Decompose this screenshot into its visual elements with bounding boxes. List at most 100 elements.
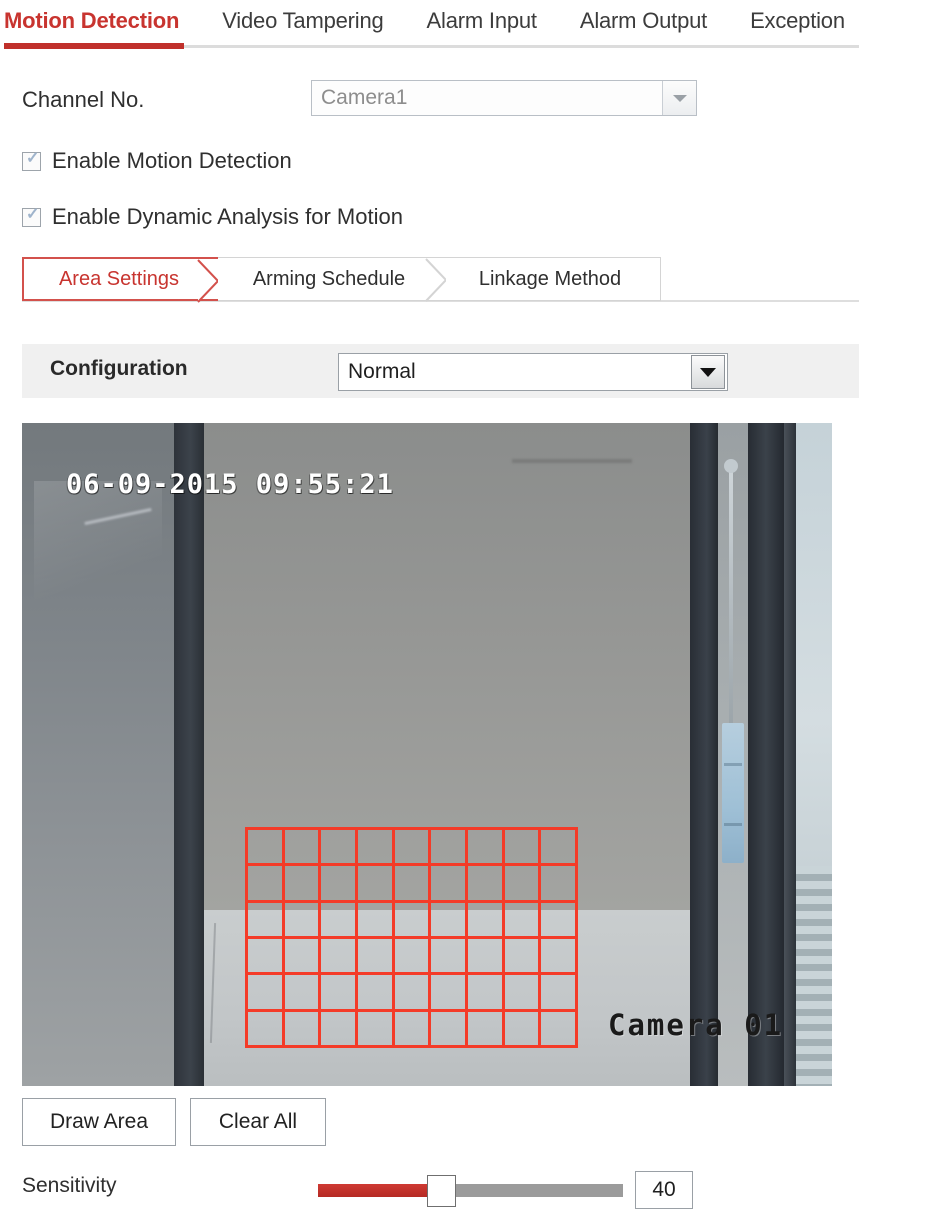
motion-grid-cell[interactable] <box>504 866 542 903</box>
sub-tab-linkage-method-label: Linkage Method <box>478 267 622 290</box>
sub-tab-linkage-method[interactable]: Linkage Method <box>446 257 661 301</box>
motion-grid-cell[interactable] <box>431 975 468 1012</box>
motion-grid-cell[interactable] <box>248 938 285 976</box>
motion-grid-cell[interactable] <box>358 938 395 976</box>
enable-motion-detection-checkbox-row[interactable]: ✓ Enable Motion Detection <box>22 148 292 174</box>
door-mullion-right-1 <box>690 423 718 1086</box>
motion-grid-cell[interactable] <box>321 866 358 903</box>
motion-grid-cell[interactable] <box>394 1011 432 1048</box>
chevron-right-icon <box>425 258 448 302</box>
motion-grid-cell[interactable] <box>541 1011 578 1048</box>
channel-label: Channel No. <box>22 87 145 112</box>
channel-select[interactable]: Camera1 <box>311 80 697 116</box>
draw-area-button[interactable]: Draw Area <box>22 1098 176 1146</box>
motion-grid-cell[interactable] <box>248 902 285 939</box>
tab-alarm-output[interactable]: Alarm Output <box>580 0 707 34</box>
chevron-down-icon[interactable] <box>691 355 725 389</box>
motion-grid-cell[interactable] <box>321 902 358 939</box>
enable-dynamic-analysis-checkbox[interactable]: ✓ <box>22 206 41 227</box>
motion-grid-cell[interactable] <box>431 902 468 939</box>
clear-all-button-label: Clear All <box>218 1110 298 1133</box>
chevron-right-icon <box>197 259 220 303</box>
motion-grid-cell[interactable] <box>321 975 358 1012</box>
tab-exception[interactable]: Exception <box>750 0 845 34</box>
tab-video-tampering[interactable]: Video Tampering <box>222 0 384 34</box>
motion-detection-page: Motion Detection Video Tampering Alarm I… <box>0 0 930 1224</box>
motion-grid-cell[interactable] <box>468 975 505 1012</box>
motion-grid-cell[interactable] <box>394 902 432 939</box>
clear-all-button[interactable]: Clear All <box>190 1098 326 1146</box>
motion-grid-cell[interactable] <box>431 830 468 867</box>
motion-grid-cell[interactable] <box>358 1011 395 1048</box>
tab-alarm-input[interactable]: Alarm Input <box>427 0 537 34</box>
motion-grid-cell[interactable] <box>468 1011 505 1048</box>
motion-grid-cell[interactable] <box>541 830 578 867</box>
motion-grid-cell[interactable] <box>431 1011 468 1048</box>
motion-grid-cell[interactable] <box>248 1011 285 1048</box>
door-hanging-tag <box>722 723 744 863</box>
configuration-select[interactable]: Normal <box>338 353 728 391</box>
motion-grid-cell[interactable] <box>248 975 285 1012</box>
sensitivity-slider-handle[interactable] <box>427 1175 456 1207</box>
motion-grid-cell[interactable] <box>541 902 578 939</box>
motion-grid-cell[interactable] <box>394 975 432 1012</box>
motion-grid-cell[interactable] <box>284 866 322 903</box>
sub-tab-bar: Area Settings Arming Schedule Linkage Me… <box>22 257 661 303</box>
motion-grid-cell[interactable] <box>504 1011 542 1048</box>
motion-grid-cell[interactable] <box>504 830 542 867</box>
motion-grid-cell[interactable] <box>541 975 578 1012</box>
motion-grid-cell[interactable] <box>284 975 322 1012</box>
motion-grid-cell[interactable] <box>358 866 395 903</box>
sensitivity-value-box[interactable]: 40 <box>635 1171 693 1209</box>
configuration-select-value: Normal <box>348 360 416 383</box>
motion-grid-cell[interactable] <box>358 830 395 867</box>
sensitivity-slider-fill <box>318 1184 440 1197</box>
motion-grid-cell[interactable] <box>394 938 432 976</box>
sensitivity-row: Sensitivity 40 <box>0 1166 930 1212</box>
motion-grid-cell[interactable] <box>321 1011 358 1048</box>
door-handle-knob <box>724 459 738 473</box>
motion-grid-cell[interactable] <box>541 866 578 903</box>
motion-detection-grid[interactable] <box>245 827 578 1048</box>
motion-grid-cell[interactable] <box>468 902 505 939</box>
sub-tab-arming-schedule[interactable]: Arming Schedule <box>218 257 448 302</box>
door-handle-rod <box>729 465 733 733</box>
osd-timestamp: 06-09-2015 09:55:21 <box>66 469 394 500</box>
enable-dynamic-analysis-checkbox-row[interactable]: ✓ Enable Dynamic Analysis for Motion <box>22 204 403 230</box>
motion-grid-cell[interactable] <box>468 866 505 903</box>
motion-grid-cell[interactable] <box>248 866 285 903</box>
tab-alarm-output-label: Alarm Output <box>579 8 708 33</box>
motion-grid-cell[interactable] <box>504 975 542 1012</box>
motion-grid-cell[interactable] <box>284 830 322 867</box>
motion-grid-cell[interactable] <box>541 938 578 976</box>
sensitivity-value-text: 40 <box>652 1178 676 1201</box>
motion-grid-cell[interactable] <box>504 902 542 939</box>
motion-grid-cell[interactable] <box>468 938 505 976</box>
enable-dynamic-analysis-label: Enable Dynamic Analysis for Motion <box>52 204 403 229</box>
motion-grid-cell[interactable] <box>284 938 322 976</box>
tab-motion-detection[interactable]: Motion Detection <box>4 0 179 34</box>
motion-grid-cell[interactable] <box>431 866 468 903</box>
motion-grid-cell[interactable] <box>248 830 285 867</box>
video-preview[interactable]: 06-09-2015 09:55:21 Camera 01 <box>22 423 832 1086</box>
sub-tab-area-settings[interactable]: Area Settings <box>22 257 220 303</box>
channel-select-value: Camera1 <box>321 86 408 109</box>
configuration-row: Configuration Normal <box>22 344 859 398</box>
configuration-label: Configuration <box>50 357 188 380</box>
motion-grid-cell[interactable] <box>468 830 505 867</box>
motion-grid-cell[interactable] <box>358 902 395 939</box>
door-mullion-left <box>174 423 204 1086</box>
motion-grid-cell[interactable] <box>394 830 432 867</box>
motion-grid-cell[interactable] <box>284 902 322 939</box>
checkmark-icon: ✓ <box>26 149 40 167</box>
motion-grid-cell[interactable] <box>284 1011 322 1048</box>
motion-grid-cell[interactable] <box>321 938 358 976</box>
motion-grid-cell[interactable] <box>504 938 542 976</box>
chevron-down-icon[interactable] <box>662 81 696 115</box>
sensitivity-label: Sensitivity <box>22 1174 117 1197</box>
motion-grid-cell[interactable] <box>321 830 358 867</box>
motion-grid-cell[interactable] <box>431 938 468 976</box>
motion-grid-cell[interactable] <box>358 975 395 1012</box>
motion-grid-cell[interactable] <box>394 866 432 903</box>
enable-motion-detection-checkbox[interactable]: ✓ <box>22 149 41 171</box>
